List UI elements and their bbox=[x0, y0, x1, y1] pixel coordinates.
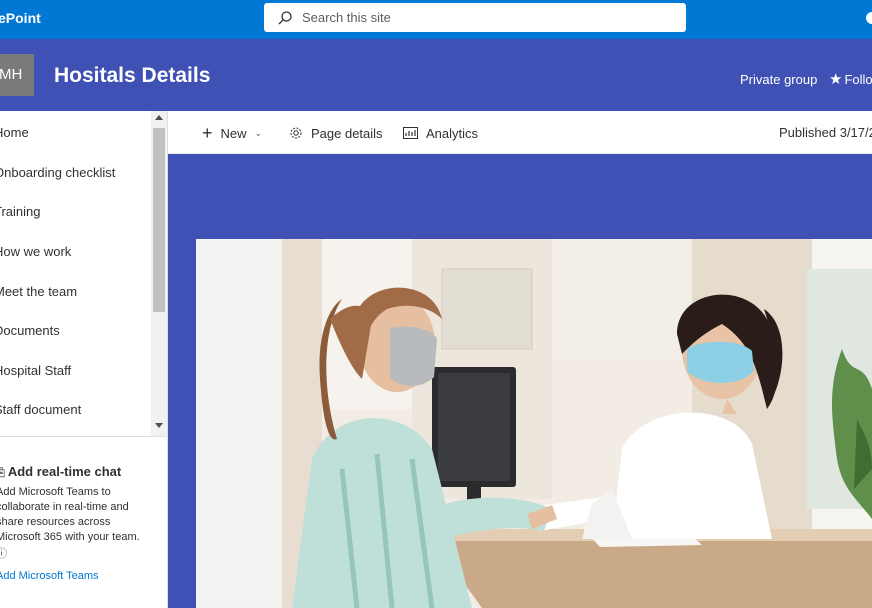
account-avatar[interactable] bbox=[866, 12, 872, 24]
search-box[interactable] bbox=[264, 3, 686, 32]
search-input[interactable] bbox=[302, 8, 672, 27]
hero-photo bbox=[282, 239, 872, 608]
plus-icon: + bbox=[202, 123, 213, 143]
new-button[interactable]: + New ⌄ bbox=[202, 124, 262, 142]
star-icon: ★ bbox=[829, 71, 843, 88]
nav-item-how-we-work[interactable]: How we work bbox=[0, 244, 71, 266]
analytics-icon bbox=[403, 127, 418, 139]
teams-icon: ⎘ bbox=[0, 467, 5, 479]
teams-card-description: Add Microsoft Teams to collaborate in re… bbox=[0, 486, 140, 543]
scroll-thumb[interactable] bbox=[153, 128, 165, 312]
command-bar: + New ⌄ Page details Analytics Published… bbox=[168, 111, 872, 154]
scroll-up-arrow-icon[interactable] bbox=[155, 115, 163, 120]
group-type-label: Private group bbox=[740, 72, 818, 87]
hero-image bbox=[282, 239, 872, 608]
teams-card: ⎘ Add real-time chat Add Microsoft Teams … bbox=[0, 437, 167, 608]
published-date: Published 3/17/2 bbox=[779, 125, 872, 140]
suite-bar: ePoint bbox=[0, 0, 872, 39]
left-navigation: Home Onboarding checklist Training How w… bbox=[0, 111, 168, 608]
gear-icon bbox=[290, 127, 302, 139]
chevron-down-icon: ⌄ bbox=[254, 127, 263, 138]
search-icon bbox=[278, 11, 292, 25]
nav-item-onboarding-checklist[interactable]: Onboarding checklist bbox=[0, 165, 115, 187]
nav-scrollbar[interactable] bbox=[151, 111, 167, 436]
hero-side-panel bbox=[196, 239, 282, 608]
site-title[interactable]: Hositals Details bbox=[54, 64, 210, 88]
new-label: New bbox=[220, 125, 247, 141]
app-name[interactable]: ePoint bbox=[0, 10, 41, 26]
nav-item-home[interactable]: Home bbox=[0, 125, 29, 147]
teams-card-title-text: Add real-time chat bbox=[7, 464, 122, 479]
nav-item-hospital-staff[interactable]: Hospital Staff bbox=[0, 363, 71, 385]
analytics-label: Analytics bbox=[426, 125, 479, 141]
site-logo[interactable]: MH bbox=[0, 54, 34, 96]
site-logo-initials: MH bbox=[0, 66, 23, 83]
info-icon: ⓘ bbox=[0, 548, 7, 560]
page-details-label: Page details bbox=[311, 125, 383, 141]
analytics-button[interactable]: Analytics bbox=[403, 124, 478, 142]
site-header: MH Hositals Details Private group ★ Follo bbox=[0, 39, 872, 111]
nav-item-meet-the-team[interactable]: Meet the team bbox=[0, 284, 77, 306]
teams-card-title: ⎘ Add real-time chat bbox=[0, 464, 121, 480]
add-teams-link[interactable]: Add Microsoft Teams bbox=[0, 570, 99, 582]
nav-list: Home Onboarding checklist Training How w… bbox=[0, 111, 151, 436]
nav-item-training[interactable]: Training bbox=[0, 204, 40, 226]
page-details-button[interactable]: Page details bbox=[289, 124, 383, 142]
scroll-down-arrow-icon[interactable] bbox=[155, 423, 163, 428]
page-canvas bbox=[168, 154, 872, 608]
nav-item-staff-document[interactable]: Staff document bbox=[0, 402, 81, 424]
follow-button[interactable]: ★ Follo bbox=[829, 70, 872, 88]
nav-item-documents[interactable]: Documents bbox=[0, 323, 60, 345]
follow-label: Follo bbox=[844, 72, 872, 87]
